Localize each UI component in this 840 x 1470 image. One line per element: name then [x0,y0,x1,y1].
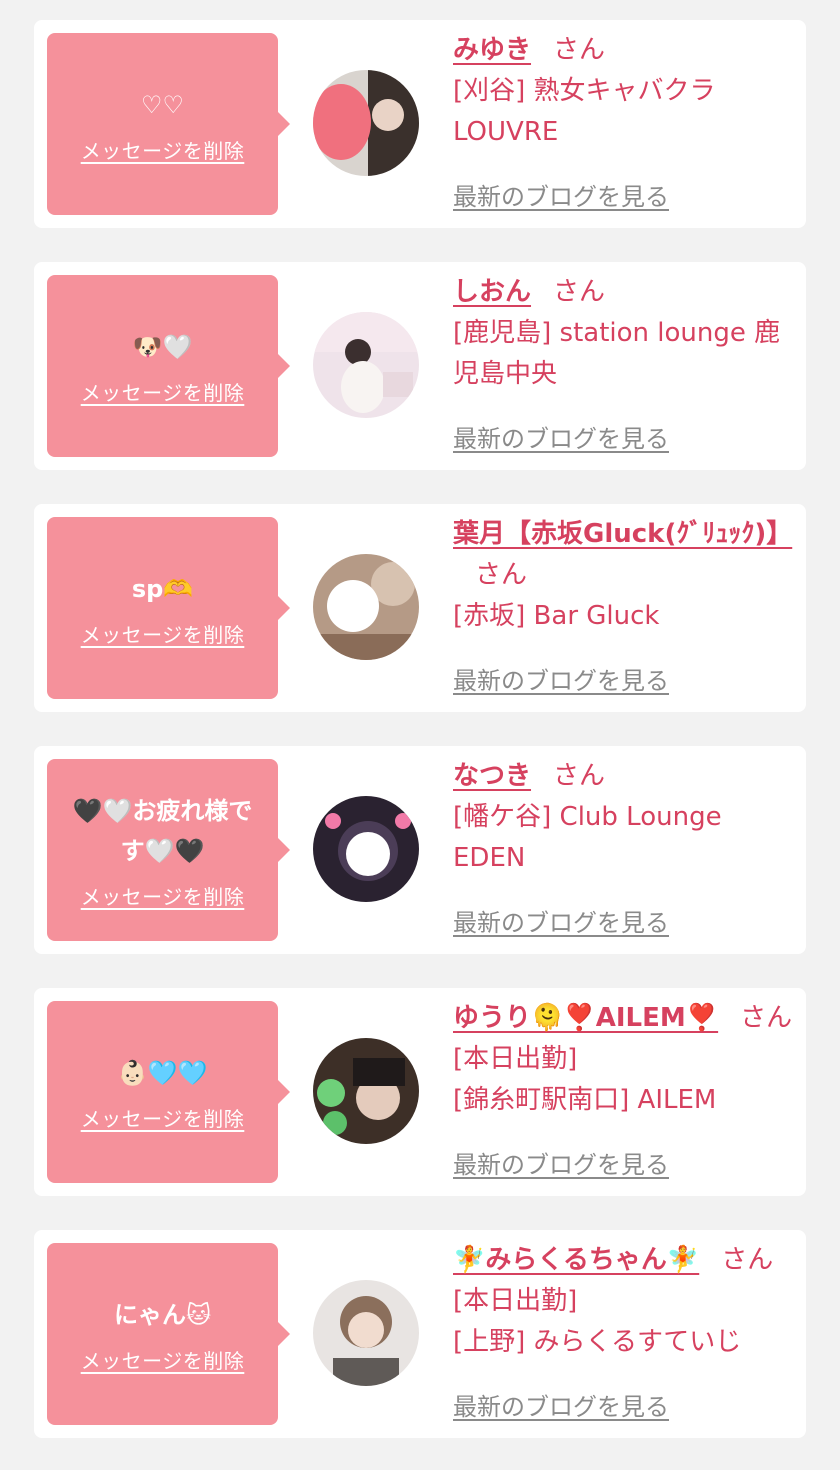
shop-name: [上野] みらくるすていじ [453,1327,742,1357]
message-bubble: にゃん🐱 メッセージを削除 [47,1243,290,1425]
cast-status: [本日出勤] [453,1286,578,1316]
cast-name-link[interactable]: ゆうり🫠❣️AILEM❣️ [453,1003,718,1033]
cast-name-link[interactable]: 葉月【赤坂Gluck(ｸﾞﾘｭｯｸ)】 [453,519,792,549]
delete-message-link[interactable]: メッセージを削除 [81,1345,245,1374]
latest-blog-link[interactable]: 最新のブログを見る [453,903,669,938]
message-card: 🐶🤍 メッセージを削除 しおん さん [鹿児島] station lounge 鹿… [34,262,806,470]
avatar[interactable] [313,312,419,418]
avatar[interactable] [313,70,419,176]
avatar[interactable] [313,796,419,902]
shop-name: [錦糸町駅南口] AILEM [453,1085,717,1115]
message-card: 🖤🤍お疲れ様です🤍🖤 メッセージを削除 なつき さん [幡ケ谷] Club Lou… [34,746,806,954]
cast-name-link[interactable]: みゆき [453,35,531,65]
message-text: 👶🏻🩵🩵 [117,1058,208,1087]
message-text: 🐶🤍 [132,332,193,361]
message-card: にゃん🐱 メッセージを削除 🧚みらくるちゃん🧚 さん [本日出勤] [上野] みらく… [34,1230,806,1438]
latest-blog-link[interactable]: 最新のブログを見る [453,1145,669,1180]
honorific: さん [553,761,606,791]
cast-name-link[interactable]: 🧚みらくるちゃん🧚 [453,1245,699,1275]
cast-info: しおん さん [鹿児島] station lounge 鹿児島中央 [453,272,793,395]
latest-blog-link[interactable]: 最新のブログを見る [453,177,669,212]
honorific: さん [553,277,606,307]
shop-name: [幡ケ谷] Club Lounge EDEN [453,802,722,873]
shop-name: [刈谷] 熟女キャバクラ LOUVRE [453,76,716,147]
cast-info: 葉月【赤坂Gluck(ｸﾞﾘｭｯｸ)】さん [赤坂] Bar Gluck [453,514,793,637]
cast-name-link[interactable]: しおん [453,277,531,307]
delete-message-link[interactable]: メッセージを削除 [81,1103,245,1132]
latest-blog-link[interactable]: 最新のブログを見る [453,1387,669,1422]
delete-message-link[interactable]: メッセージを削除 [81,619,245,648]
message-bubble: ♡♡ メッセージを削除 [47,33,290,215]
message-text: sp🫶 [131,574,194,603]
message-bubble: 🐶🤍 メッセージを削除 [47,275,290,457]
honorific: さん [740,1003,793,1033]
cast-status: [本日出勤] [453,1044,578,1074]
message-card: ♡♡ メッセージを削除 みゆき さん [刈谷] 熟女キャバクラ LOUVRE 最新… [34,20,806,228]
delete-message-link[interactable]: メッセージを削除 [81,881,245,910]
latest-blog-link[interactable]: 最新のブログを見る [453,661,669,696]
message-bubble: sp🫶 メッセージを削除 [47,517,290,699]
honorific: さん [721,1245,774,1275]
cast-info: ゆうり🫠❣️AILEM❣️ さん [本日出勤] [錦糸町駅南口] AILEM [453,998,793,1121]
message-text: ♡♡ [140,90,185,119]
avatar[interactable] [313,1280,419,1386]
shop-name: [鹿児島] station lounge 鹿児島中央 [453,318,781,389]
message-text: にゃん🐱 [113,1300,212,1329]
latest-blog-link[interactable]: 最新のブログを見る [453,419,669,454]
message-card: sp🫶 メッセージを削除 葉月【赤坂Gluck(ｸﾞﾘｭｯｸ)】さん [赤坂] … [34,504,806,712]
delete-message-link[interactable]: メッセージを削除 [81,135,245,164]
message-card: 👶🏻🩵🩵 メッセージを削除 ゆうり🫠❣️AILEM❣️ さん [本日出勤] [錦糸町… [34,988,806,1196]
cast-info: 🧚みらくるちゃん🧚 さん [本日出勤] [上野] みらくるすていじ [453,1240,793,1363]
delete-message-link[interactable]: メッセージを削除 [81,377,245,406]
cast-info: なつき さん [幡ケ谷] Club Lounge EDEN [453,756,793,879]
message-text: 🖤🤍お疲れ様です🤍🖤 [72,796,253,865]
message-bubble: 👶🏻🩵🩵 メッセージを削除 [47,1001,290,1183]
message-bubble: 🖤🤍お疲れ様です🤍🖤 メッセージを削除 [47,759,290,941]
cast-name-link[interactable]: なつき [453,761,531,791]
shop-name: [赤坂] Bar Gluck [453,601,660,631]
avatar[interactable] [313,554,419,660]
cast-info: みゆき さん [刈谷] 熟女キャバクラ LOUVRE [453,30,793,153]
avatar[interactable] [313,1038,419,1144]
honorific: さん [553,35,606,65]
honorific: さん [475,560,528,590]
